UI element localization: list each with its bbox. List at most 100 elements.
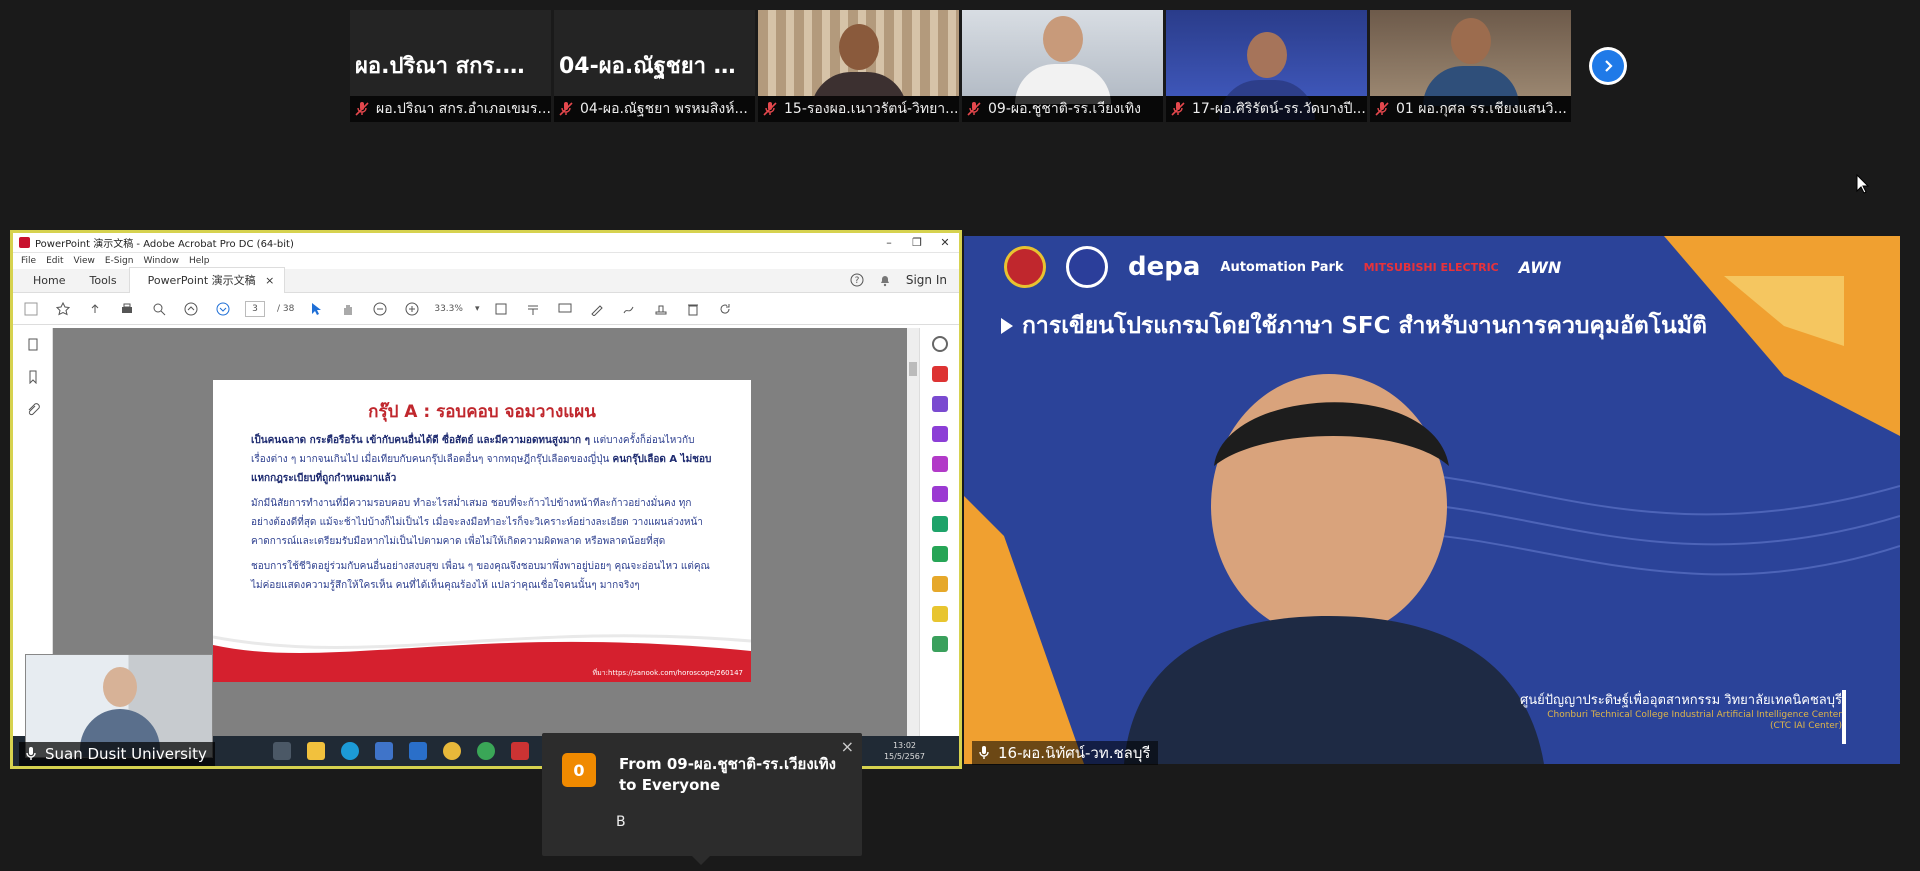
share-icon[interactable] [931, 516, 948, 532]
close-icon[interactable]: ✕ [931, 236, 959, 249]
mic-off-icon [1171, 102, 1185, 116]
participant-label: 01 ผอ.กุศล รร.เชียงแสนวิ... [1396, 101, 1567, 117]
next-participants-button[interactable] [1589, 47, 1627, 85]
organize-icon[interactable] [931, 426, 948, 442]
combine-icon[interactable] [931, 396, 948, 412]
org-english: Chonburi Technical College Industrial Ar… [1547, 710, 1842, 720]
toast-pointer [692, 856, 710, 865]
speaker-name: 16-ผอ.นิทัศน์-วท.ชลบุรี [998, 744, 1151, 762]
page-up-icon[interactable] [181, 299, 201, 319]
participant-tile[interactable]: 01 ผอ.กุศล รร.เชียงแสนวิ... [1370, 10, 1571, 122]
chat-notification[interactable]: 0 From 09-ผอ.ชูชาติ-รร.เวียงเทิง to Ever… [542, 733, 862, 865]
pages-icon[interactable] [26, 338, 40, 352]
upload-icon[interactable] [85, 299, 105, 319]
taskbar-clock[interactable]: 13:02 15/5/2567 [884, 740, 925, 762]
star-icon[interactable] [53, 299, 73, 319]
participant-video [1370, 10, 1571, 106]
task-view-icon[interactable] [273, 742, 291, 760]
chat-from: From 09-ผอ.ชูชาติ-รร.เวียงเทิง to Everyo… [619, 755, 837, 794]
delete-icon[interactable] [683, 299, 703, 319]
tab-home[interactable]: Home [21, 274, 77, 292]
menu-view[interactable]: View [74, 256, 95, 266]
fit-page-icon[interactable] [491, 299, 511, 319]
participant-tile[interactable]: 04-ผอ.ณัฐชยา พ... 04-ผอ.ณัฐชยา พรหมสิงห์… [554, 10, 755, 122]
comment-tool-icon[interactable] [931, 606, 948, 622]
export-icon[interactable] [931, 456, 948, 472]
participant-label: 04-ผอ.ณัฐชยา พรหมสิงห์... [580, 101, 748, 117]
acrobat-toolbar: 3 / 38 33.3% ▾ [13, 293, 959, 325]
highlight-icon[interactable] [587, 299, 607, 319]
sign-in-link[interactable]: Sign In [906, 273, 947, 287]
awn-logo: AWN [1518, 257, 1562, 277]
scrollbar-thumb[interactable] [909, 362, 917, 376]
compress-icon[interactable] [931, 546, 948, 562]
hand-icon[interactable] [338, 299, 358, 319]
bell-icon[interactable] [878, 273, 892, 287]
participant-tile[interactable]: 09-ผอ.ชูชาติ-รร.เวียงเทิง [962, 10, 1163, 122]
attachment-icon[interactable] [26, 402, 40, 416]
menu-edit[interactable]: Edit [46, 256, 63, 266]
bookmark-icon[interactable] [26, 370, 40, 384]
sign-icon[interactable] [619, 299, 639, 319]
participant-tile[interactable]: 17-ผอ.ศิริรัตน์-รร.วัดบางปี... [1166, 10, 1367, 122]
close-icon[interactable]: × [841, 737, 854, 756]
chrome-icon[interactable] [443, 742, 461, 760]
file-explorer-icon[interactable] [307, 742, 325, 760]
print-icon[interactable] [117, 299, 137, 319]
participant-tile[interactable]: ผอ.ปริณา สกร.อำ... ผอ.ปริณา สกร.อำเภอเขม… [350, 10, 551, 122]
mitsubishi-logo: MITSUBISHI ELECTRIC [1363, 260, 1499, 274]
participant-name-bar: 01 ผอ.กุศล รร.เชียงแสนวิ... [1370, 96, 1571, 122]
org-short: (CTC IAI Center) [1769, 721, 1842, 731]
taskbar-apps [273, 742, 529, 760]
zoom-out-icon[interactable] [370, 299, 390, 319]
sponsor-logos: depa Automation Park MITSUBISHI ELECTRIC… [1004, 246, 1561, 288]
menu-help[interactable]: Help [189, 256, 210, 266]
create-pdf-icon[interactable] [931, 366, 948, 382]
zoom-level[interactable]: 33.3% [434, 304, 463, 314]
help-icon[interactable]: ? [850, 273, 864, 287]
menu-file[interactable]: File [21, 256, 36, 266]
edge-icon[interactable] [341, 742, 359, 760]
select-arrow-icon[interactable] [306, 299, 326, 319]
chevron-right-icon [1592, 50, 1624, 82]
active-speaker-video[interactable]: depa Automation Park MITSUBISHI ELECTRIC… [964, 236, 1900, 764]
page-down-icon[interactable] [213, 299, 233, 319]
zoom-tool-icon[interactable] [931, 336, 948, 352]
menu-window[interactable]: Window [143, 256, 179, 266]
scroll-mode-icon[interactable] [523, 299, 543, 319]
participant-label: 15-รองผอ.เนาวรัตน์-วิทยา... [784, 101, 959, 117]
participant-tile[interactable]: 15-รองผอ.เนาวรัตน์-วิทยา... [758, 10, 959, 122]
stamp-icon[interactable] [651, 299, 671, 319]
participant-video [1166, 10, 1367, 120]
comment-icon[interactable] [555, 299, 575, 319]
restore-icon[interactable]: ❐ [903, 236, 931, 249]
chat-message: B [616, 814, 626, 830]
tab-document[interactable]: PowerPoint 演示文稿 × [128, 267, 286, 293]
mail-icon[interactable] [409, 742, 427, 760]
vertical-scrollbar[interactable] [907, 328, 919, 736]
save-icon[interactable] [21, 299, 41, 319]
more-tools-icon[interactable] [931, 636, 948, 652]
window-title: PowerPoint 演示文稿 - Adobe Acrobat Pro DC (… [35, 239, 294, 250]
edit-icon[interactable] [931, 486, 948, 502]
mic-off-icon [967, 102, 981, 116]
fill-sign-icon[interactable] [931, 576, 948, 592]
mic-off-icon [559, 102, 573, 116]
participant-label: 17-ผอ.ศิริรัตน์-รร.วัดบางปี... [1192, 101, 1366, 117]
zoom-in-icon[interactable] [402, 299, 422, 319]
tab-close-icon[interactable]: × [265, 274, 274, 287]
clock-date: 15/5/2567 [883, 752, 925, 761]
app-icon[interactable] [511, 742, 529, 760]
minimize-icon[interactable]: – [875, 236, 903, 249]
rotate-icon[interactable] [715, 299, 735, 319]
zoom-search-icon[interactable] [149, 299, 169, 319]
chrome-icon[interactable] [477, 742, 495, 760]
page-number-input[interactable]: 3 [245, 300, 265, 317]
store-icon[interactable] [375, 742, 393, 760]
participant-video [962, 10, 1163, 104]
participant-name-large: 04-ผอ.ณัฐชยา พ... [559, 54, 750, 79]
participant-video [758, 10, 959, 112]
tab-tools[interactable]: Tools [77, 274, 128, 292]
chevron-down-icon[interactable]: ▾ [475, 304, 480, 314]
menu-esign[interactable]: E-Sign [105, 256, 134, 266]
